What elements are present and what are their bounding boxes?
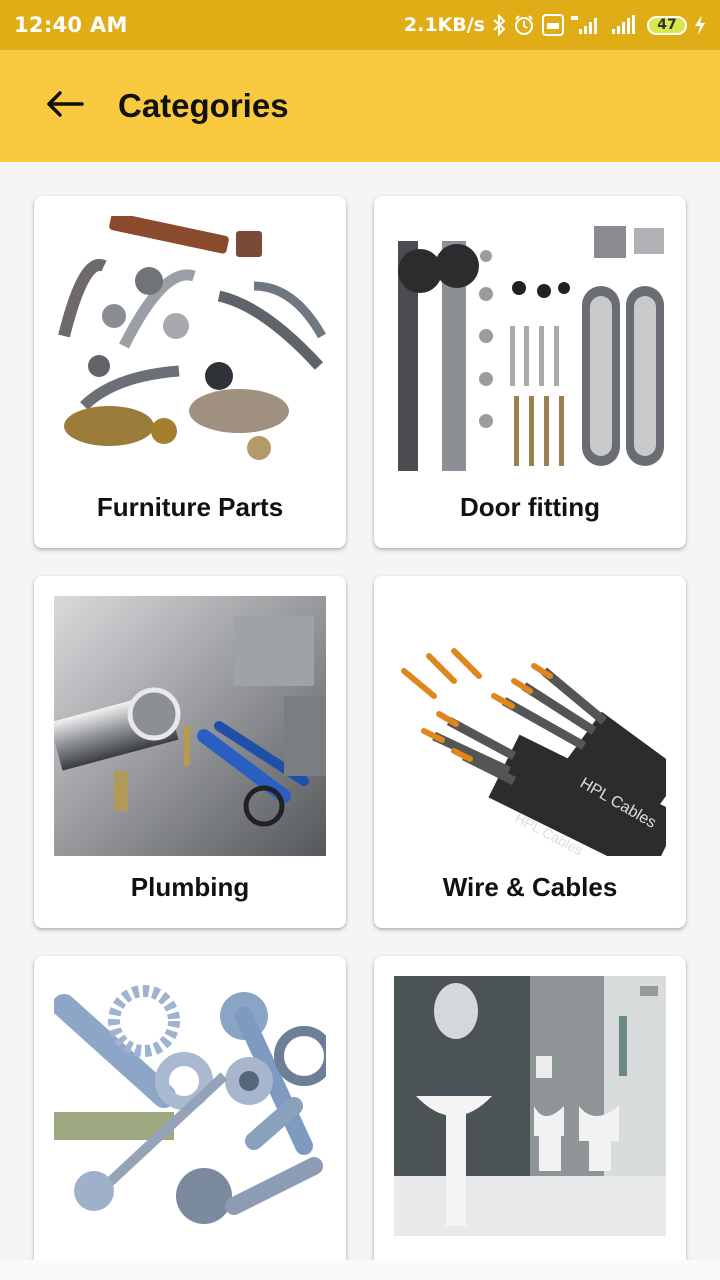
category-image	[54, 976, 326, 1236]
app-bar: Categories	[0, 50, 720, 162]
arrow-left-icon	[46, 90, 84, 122]
bluetooth-icon	[492, 14, 506, 36]
category-card-wire-cables[interactable]: HPL Cables HPL Cables Wire & Cables	[374, 576, 686, 928]
category-card-fasteners[interactable]	[34, 956, 346, 1260]
signal-icon	[610, 14, 640, 36]
category-image	[54, 596, 326, 856]
category-card-furniture-parts[interactable]: Furniture Parts	[34, 196, 346, 548]
status-icons: 2.1KB/s 47	[404, 14, 706, 36]
page-title: Categories	[118, 87, 289, 124]
back-button[interactable]	[33, 74, 97, 138]
battery-indicator: 47	[647, 15, 687, 35]
category-image	[54, 216, 326, 476]
category-card-door-fitting[interactable]: Door fitting	[374, 196, 686, 548]
category-label: Furniture Parts	[96, 492, 284, 522]
network-speed: 2.1KB/s	[403, 14, 485, 36]
alarm-icon	[513, 14, 535, 36]
category-card-plumbing[interactable]: Plumbing	[34, 576, 346, 928]
category-grid: Furniture Parts Door fitting Plumbing HP…	[0, 162, 720, 1260]
signal-4g-icon	[571, 14, 603, 36]
category-label: Plumbing	[130, 872, 250, 902]
category-label: Door fitting	[459, 492, 601, 522]
category-label: Wire & Cables	[442, 872, 618, 902]
status-time: 12:40 AM	[14, 13, 128, 37]
charging-icon	[694, 14, 706, 36]
bottom-strip	[0, 1260, 720, 1280]
category-image	[394, 976, 666, 1236]
category-card-sanitaryware[interactable]	[374, 956, 686, 1260]
status-bar: 12:40 AM 2.1KB/s 47	[0, 0, 720, 50]
category-image	[394, 216, 666, 476]
volte-icon	[542, 14, 564, 36]
category-image: HPL Cables HPL Cables	[394, 596, 666, 856]
